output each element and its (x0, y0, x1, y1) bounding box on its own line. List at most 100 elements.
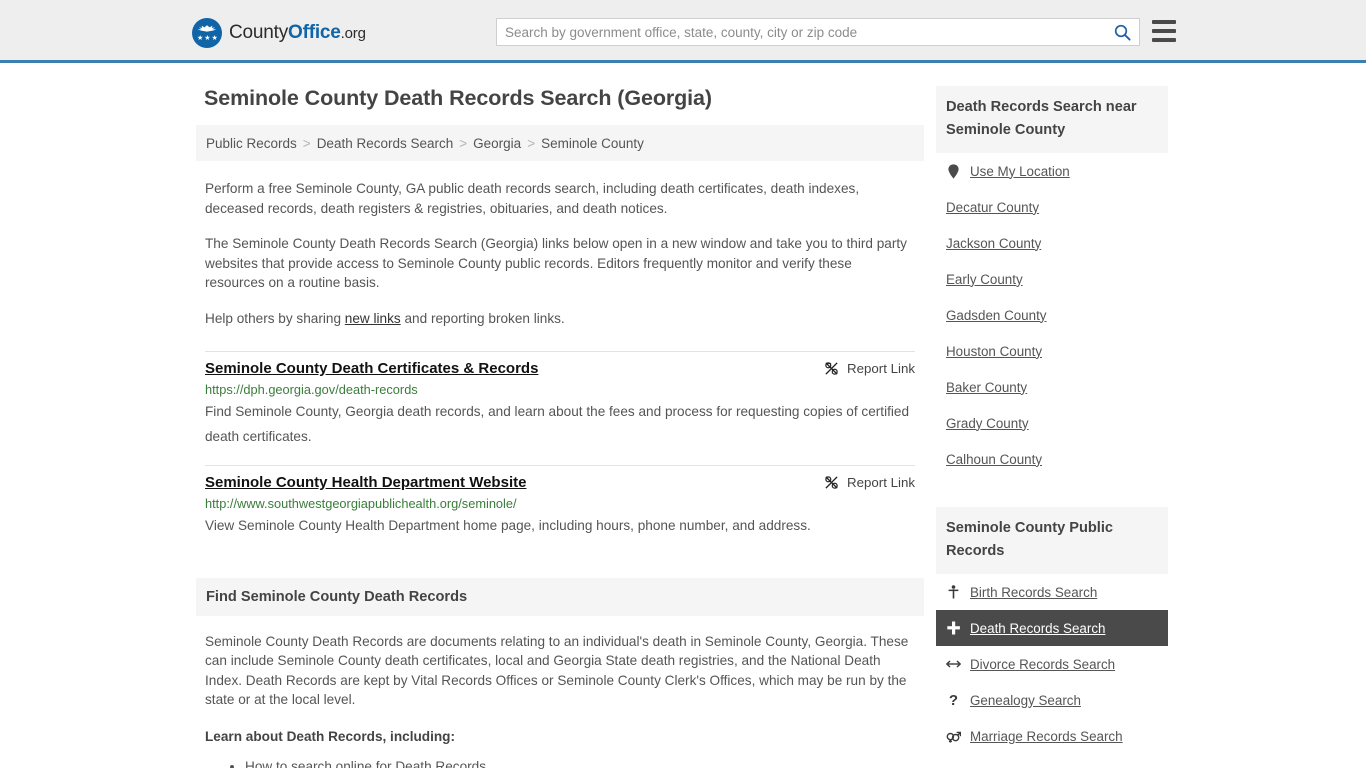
sidebar-item-label[interactable]: Gadsden County (946, 308, 1047, 323)
breadcrumb-separator: > (302, 135, 311, 151)
sidebar-item-baker-county[interactable]: Baker County (936, 369, 1168, 405)
sidebar-item-label[interactable]: Early County (946, 272, 1023, 287)
sidebar-item-label[interactable]: Jackson County (946, 236, 1041, 251)
broken-link-icon (825, 361, 838, 375)
sidebar: Death Records Search near Seminole Count… (936, 63, 1168, 768)
breadcrumb: Public Records > Death Records Search > … (196, 125, 924, 161)
sidebar-item-label[interactable]: Death Records Search (970, 621, 1105, 636)
result-description: Find Seminole County, Georgia death reco… (205, 403, 910, 444)
sidebar-item-houston-county[interactable]: Houston County (936, 333, 1168, 369)
search-input[interactable] (497, 19, 1105, 45)
breadcrumb-item-georgia[interactable]: Georgia (473, 136, 521, 151)
sidebar-item-label[interactable]: Use My Location (970, 164, 1070, 179)
sidebar-item-decatur-county[interactable]: Decatur County (936, 189, 1168, 225)
hamburger-bar-3 (1152, 38, 1176, 42)
report-link-button[interactable]: Report Link (824, 474, 915, 490)
list-item: How to search online for Death Records (245, 757, 915, 768)
question-mark-icon: ? (948, 691, 959, 709)
sidebar-item-birth-records-search[interactable]: Birth Records Search (936, 574, 1168, 610)
broken-link-icon (825, 475, 838, 489)
result-title-link[interactable]: Seminole County Death Certificates & Rec… (205, 360, 538, 377)
breadcrumb-separator: > (459, 135, 468, 151)
intro-paragraph-2: The Seminole County Death Records Search… (205, 236, 907, 291)
breadcrumb-item-death-records-search[interactable]: Death Records Search (317, 136, 454, 151)
sidebar-item-death-records-search[interactable]: Death Records Search (936, 610, 1168, 646)
sidebar-item-label[interactable]: Baker County (946, 380, 1027, 395)
sidebar-item-label[interactable]: Grady County (946, 416, 1029, 431)
sidebar-item-label[interactable]: Calhoun County (946, 452, 1042, 467)
find-records-body: Seminole County Death Records are docume… (196, 632, 924, 768)
sidebar-item-use-my-location[interactable]: Use My Location (936, 153, 1168, 189)
sidebar-item-label[interactable]: Genealogy Search (970, 693, 1081, 708)
hamburger-bar-2 (1152, 29, 1176, 33)
split-arrows-icon (946, 659, 961, 669)
sidebar-item-divorce-records-search[interactable]: Divorce Records Search (936, 646, 1168, 682)
share-text-after: and reporting broken links. (400, 310, 565, 326)
site-header: ★★★ CountyOffice.org (0, 0, 1366, 63)
hamburger-bar-1 (1152, 20, 1176, 24)
map-pin-icon (946, 163, 961, 179)
logo-wordmark: CountyOffice.org (229, 22, 366, 44)
intro-section: Perform a free Seminole County, GA publi… (196, 179, 924, 329)
sidebar-item-label[interactable]: Houston County (946, 344, 1042, 359)
intro-paragraph-1: Perform a free Seminole County, GA publi… (205, 181, 860, 216)
gender-symbols-icon (946, 730, 961, 743)
public-records-panel: Seminole County Public Records Birth Rec… (936, 507, 1168, 754)
logo-org-text: .org (340, 25, 366, 42)
nearby-panel-title: Death Records Search near Seminole Count… (936, 86, 1168, 153)
new-links-link[interactable]: new links (345, 311, 401, 326)
find-records-heading: Find Seminole County Death Records (196, 577, 924, 616)
sidebar-item-marriage-records-search[interactable]: Marriage Records Search (936, 718, 1168, 754)
breadcrumb-separator: > (527, 135, 536, 151)
sidebar-item-grady-county[interactable]: Grady County (936, 405, 1168, 441)
sidebar-item-early-county[interactable]: Early County (936, 261, 1168, 297)
public-records-list: Birth Records Search Death Records Searc… (936, 574, 1168, 754)
report-link-label: Report Link (847, 360, 915, 376)
logo-office-text: Office (288, 22, 341, 43)
content-row: Seminole County Death Records Search (Ge… (0, 63, 1366, 768)
result-title-link[interactable]: Seminole County Health Department Websit… (205, 474, 526, 491)
page-body: Seminole County Death Records Search (Ge… (0, 63, 1366, 768)
search-icon (1114, 24, 1131, 41)
page-title: Seminole County Death Records Search (Ge… (204, 86, 712, 110)
cross-icon (946, 621, 961, 635)
share-text-before: Help others by sharing (205, 310, 345, 326)
sidebar-item-genealogy-search[interactable]: ? Genealogy Search (936, 682, 1168, 718)
breadcrumb-item-seminole-county[interactable]: Seminole County (541, 136, 644, 151)
intro-paragraph-3: Help others by sharing new links and rep… (205, 309, 915, 329)
sidebar-item-label[interactable]: Divorce Records Search (970, 657, 1115, 672)
nearby-county-list: Use My Location Decatur County Jackson C… (936, 153, 1168, 477)
countyoffice-logo-icon: ★★★ (192, 18, 222, 48)
breadcrumb-item-public-records[interactable]: Public Records (206, 136, 297, 151)
result-header: Seminole County Death Certificates & Rec… (205, 360, 915, 377)
hamburger-menu-icon[interactable] (1152, 20, 1176, 42)
results-list: Seminole County Death Certificates & Rec… (196, 350, 924, 554)
result-header: Seminole County Health Department Websit… (205, 474, 915, 491)
eagle-emblem-icon (197, 25, 217, 32)
site-logo[interactable]: ★★★ CountyOffice.org (192, 18, 366, 48)
report-link-button[interactable]: Report Link (824, 360, 915, 376)
baby-icon (946, 585, 961, 599)
sidebar-item-calhoun-county[interactable]: Calhoun County (936, 441, 1168, 477)
result-item: Seminole County Death Certificates & Rec… (205, 350, 915, 465)
sidebar-item-label[interactable]: Decatur County (946, 200, 1039, 215)
result-url: http://www.southwestgeorgiapublichealth.… (205, 495, 517, 511)
sidebar-item-gadsden-county[interactable]: Gadsden County (936, 297, 1168, 333)
result-item: Seminole County Health Department Websit… (205, 464, 915, 554)
find-records-paragraph: Seminole County Death Records are docume… (205, 633, 909, 708)
result-url: https://dph.georgia.gov/death-records (205, 381, 418, 397)
public-records-panel-title: Seminole County Public Records (936, 507, 1168, 574)
report-link-label: Report Link (847, 474, 915, 490)
result-description: View Seminole County Health Department h… (205, 517, 811, 533)
nearby-panel: Death Records Search near Seminole Count… (936, 86, 1168, 477)
find-records-bullet-list: How to search online for Death Records (205, 757, 915, 768)
find-records-subheading: Learn about Death Records, including: (205, 728, 455, 744)
sidebar-item-label[interactable]: Birth Records Search (970, 585, 1097, 600)
sidebar-item-label[interactable]: Marriage Records Search (970, 729, 1123, 744)
main-column: Seminole County Death Records Search (Ge… (196, 63, 924, 768)
logo-county-text: County (229, 22, 289, 43)
stars-icon: ★★★ (197, 35, 219, 42)
search-button[interactable] (1105, 19, 1139, 45)
sidebar-item-jackson-county[interactable]: Jackson County (936, 225, 1168, 261)
search-bar[interactable] (496, 18, 1140, 46)
